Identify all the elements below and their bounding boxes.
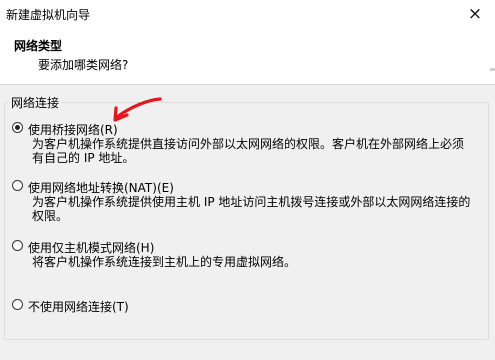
- wizard-header: 网络类型 要添加哪类网络?: [0, 28, 495, 85]
- radio-bridged[interactable]: [12, 122, 23, 133]
- radio-no-network[interactable]: [12, 299, 23, 310]
- option-bridged-description: 为客户机操作系统提供直接访问外部以太网网络的权限。客户机在外部网络上必须 有自己…: [32, 137, 465, 165]
- page-title: 网络类型: [14, 39, 63, 53]
- window-edge-mark: [490, 68, 495, 71]
- group-title: 网络连接: [8, 94, 63, 111]
- option-bridged-label[interactable]: 使用桥接网络(R): [28, 121, 118, 138]
- title-bar: 新建虚拟机向导 ×: [0, 0, 495, 28]
- content-area: 网络连接 使用桥接网络(R) 为客户机操作系统提供直接访问外部以太网网络的权限。…: [0, 85, 495, 360]
- close-button[interactable]: ×: [455, 0, 495, 28]
- radio-host-only[interactable]: [12, 240, 23, 251]
- option-host-only-label[interactable]: 使用仅主机模式网络(H): [28, 239, 154, 256]
- window-title: 新建虚拟机向导: [6, 8, 91, 22]
- option-nat-description: 为客户机操作系统提供使用主机 IP 地址访问主机拨号连接或外部以太网网络连接的 …: [32, 195, 471, 223]
- page-subtitle: 要添加哪类网络?: [38, 58, 129, 72]
- radio-nat[interactable]: [12, 180, 23, 191]
- option-host-only-description: 将客户机操作系统连接到主机上的专用虚拟网络。: [32, 255, 297, 269]
- option-no-network-label[interactable]: 不使用网络连接(T): [28, 298, 129, 315]
- option-nat-label[interactable]: 使用网络地址转换(NAT)(E): [28, 179, 174, 196]
- close-icon: ×: [467, 4, 483, 24]
